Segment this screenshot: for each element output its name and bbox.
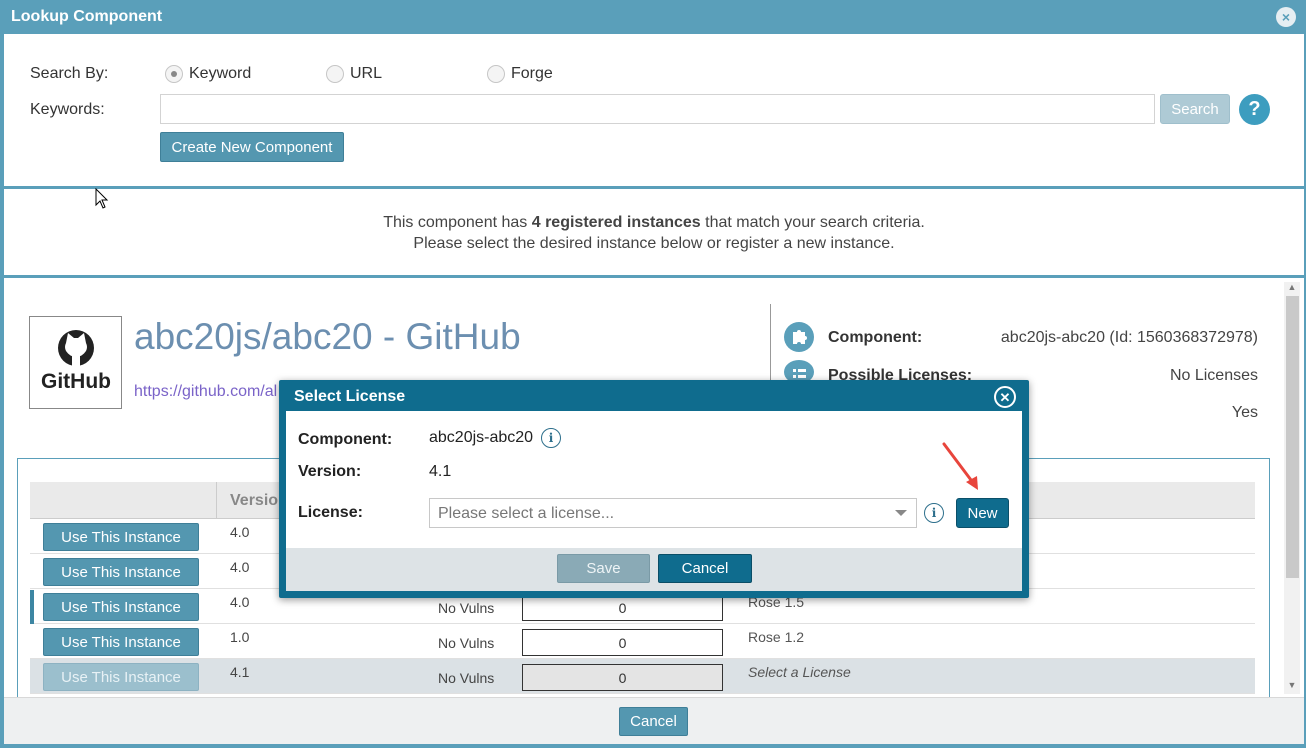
divider xyxy=(4,275,1304,278)
row-selection-marker xyxy=(30,590,34,625)
scrollbar-thumb[interactable] xyxy=(1286,296,1299,578)
license-label: License: xyxy=(298,504,363,521)
version-label: Version: xyxy=(298,463,362,480)
instances-message: This component has 4 registered instance… xyxy=(383,214,925,252)
dialog-footer xyxy=(286,548,1022,591)
radio-forge-label: Forge xyxy=(511,65,553,82)
row-version: 4.0 xyxy=(230,594,250,610)
use-instance-button[interactable]: Use This Instance xyxy=(43,523,199,551)
new-license-button[interactable]: New xyxy=(956,498,1009,528)
radio-forge[interactable] xyxy=(487,65,505,83)
close-icon[interactable]: ✕ xyxy=(994,386,1016,408)
svg-text:GitHub: GitHub xyxy=(41,370,111,393)
row-count[interactable]: 0 xyxy=(522,629,723,656)
divider xyxy=(4,186,1304,189)
component-value: abc20js-abc20 (Id: 1560368372978) xyxy=(1000,329,1258,346)
scroll-up-icon[interactable]: ▲ xyxy=(1284,282,1300,296)
version-value: 4.1 xyxy=(429,463,452,480)
header-version: Versio xyxy=(230,492,279,509)
row-count[interactable]: 0 xyxy=(522,664,723,691)
radio-url-label: URL xyxy=(350,65,383,82)
info-icon[interactable]: i xyxy=(924,503,944,523)
row-version: 1.0 xyxy=(230,629,250,645)
row-version: 4.0 xyxy=(230,559,250,575)
close-icon[interactable]: × xyxy=(1276,7,1296,27)
github-octocat-icon: GitHub xyxy=(41,330,111,393)
puzzle-icon xyxy=(784,322,814,352)
search-by-label: Search By: xyxy=(30,65,109,82)
scroll-down-icon[interactable]: ▼ xyxy=(1284,680,1300,694)
create-new-component-button[interactable]: Create New Component xyxy=(160,132,344,162)
window-title: Lookup Component xyxy=(11,8,163,25)
save-button[interactable]: Save xyxy=(557,554,650,583)
row-vulns: No Vulns xyxy=(438,600,495,616)
radio-url[interactable] xyxy=(326,65,344,83)
component-link[interactable]: https://github.com/al xyxy=(134,383,277,401)
row-vulns: No Vulns xyxy=(438,670,495,686)
license-select[interactable]: Please select a license... xyxy=(429,498,917,528)
dialog-cancel-button[interactable]: Cancel xyxy=(658,554,752,583)
use-instance-button[interactable]: Use This Instance xyxy=(43,558,199,586)
keywords-input[interactable] xyxy=(160,94,1155,124)
detail-value: Yes xyxy=(1231,404,1258,421)
possible-licenses-value: No Licenses xyxy=(1169,367,1258,384)
radio-keyword-label: Keyword xyxy=(189,65,252,82)
header-separator xyxy=(216,482,217,519)
use-instance-button[interactable]: Use This Instance xyxy=(43,628,199,656)
use-instance-button[interactable]: Use This Instance xyxy=(43,593,199,621)
row-version: 4.0 xyxy=(230,524,250,540)
row-vulns: No Vulns xyxy=(438,635,495,651)
github-logo: GitHub xyxy=(29,316,122,409)
radio-keyword[interactable] xyxy=(165,65,183,83)
component-label: Component: xyxy=(298,431,393,448)
dialog-title: Select License xyxy=(294,388,406,405)
row-version: 4.1 xyxy=(230,664,250,680)
annotation-arrow-icon xyxy=(942,442,978,490)
use-instance-button-disabled[interactable]: Use This Instance xyxy=(43,663,199,691)
row-license: Rose 1.2 xyxy=(748,629,805,645)
row-count[interactable]: 0 xyxy=(522,594,723,621)
mouse-cursor-icon xyxy=(95,188,109,209)
row-license: Select a License xyxy=(748,664,851,680)
search-button[interactable]: Search xyxy=(1160,94,1230,124)
keywords-label: Keywords: xyxy=(30,101,105,118)
chevron-down-icon[interactable] xyxy=(895,510,907,516)
component-title: abc20js/abc20 - GitHub xyxy=(134,316,521,357)
component-value: abc20js-abc20 xyxy=(429,429,534,446)
help-icon[interactable]: ? xyxy=(1239,94,1270,125)
cancel-button[interactable]: Cancel xyxy=(619,707,688,736)
info-icon[interactable]: i xyxy=(541,428,561,448)
